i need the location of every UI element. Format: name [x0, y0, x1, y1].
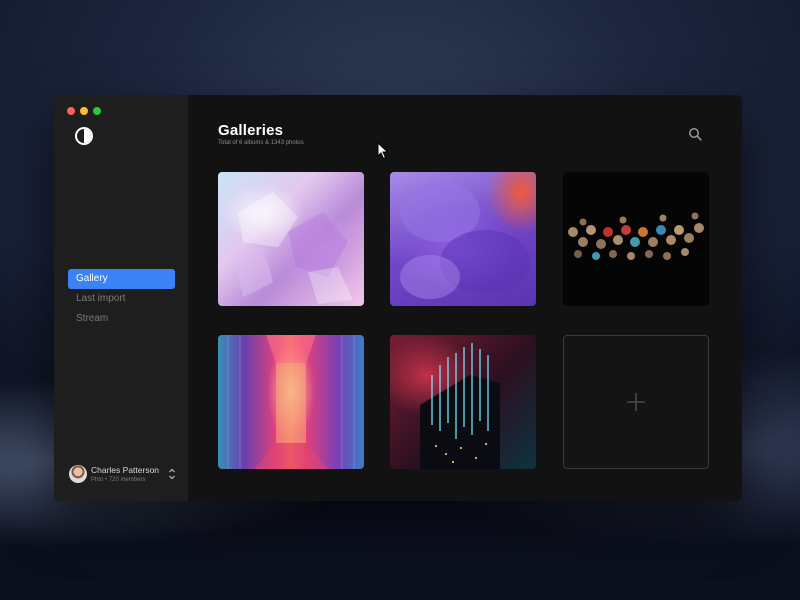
page-subtitle: Total of 6 albums & 1343 photos — [218, 140, 304, 146]
sidebar: Gallery Last import Stream Charles Patte… — [54, 95, 188, 501]
sidebar-item-last-import[interactable]: Last import — [68, 289, 175, 309]
mouse-cursor-icon — [377, 142, 389, 160]
page-title: Galleries — [218, 122, 284, 139]
sidebar-nav: Gallery Last import Stream — [68, 269, 175, 329]
gallery-tile-bokeh[interactable] — [563, 172, 709, 306]
search-icon[interactable] — [688, 127, 702, 141]
avatar — [69, 465, 87, 483]
plus-icon — [627, 393, 645, 411]
minimize-window-button[interactable] — [80, 107, 88, 115]
add-gallery-button[interactable] — [563, 335, 709, 469]
gallery-tile-neon-building[interactable] — [390, 335, 536, 469]
sidebar-item-gallery[interactable]: Gallery — [68, 269, 175, 289]
app-window: Gallery Last import Stream Charles Patte… — [54, 95, 742, 501]
gallery-tile-neon-corridor[interactable] — [218, 335, 364, 469]
bokeh-photo — [568, 212, 704, 260]
close-window-button[interactable] — [67, 107, 75, 115]
sidebar-item-stream[interactable]: Stream — [68, 309, 175, 329]
smoke-photo — [400, 182, 530, 299]
building-photo — [420, 343, 500, 469]
window-controls — [67, 107, 101, 115]
crystals-photo — [233, 192, 353, 304]
main-content: Galleries Total of 6 albums & 1343 photo… — [188, 95, 742, 501]
user-subtitle: Phto • 720 members — [91, 477, 146, 483]
app-logo-icon[interactable] — [74, 126, 94, 146]
user-name: Charles Patterson — [91, 465, 160, 475]
gallery-tile-purple-smoke[interactable] — [390, 172, 536, 306]
chevron-up-down-icon[interactable] — [168, 467, 176, 481]
gallery-tile-crystals[interactable] — [218, 172, 364, 306]
user-switcher[interactable]: Charles Patterson Phto • 720 members — [69, 464, 179, 486]
zoom-window-button[interactable] — [93, 107, 101, 115]
corridor-photo — [227, 335, 355, 469]
